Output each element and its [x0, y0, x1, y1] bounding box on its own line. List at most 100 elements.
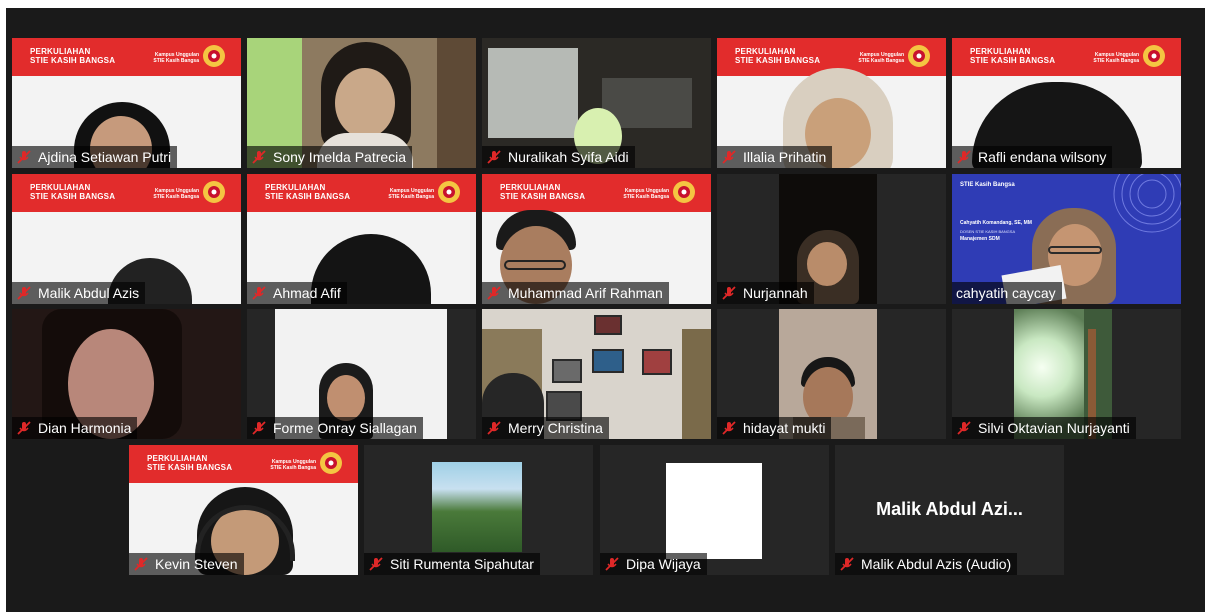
participant-name-bar: Kevin Steven — [129, 553, 244, 575]
banner-title: PERKULIAHAN — [30, 183, 91, 192]
participant-name: Malik Abdul Azis — [38, 285, 140, 301]
banner-subtitle: STIE KASIH BANGSA — [735, 56, 821, 65]
participant-video — [666, 463, 762, 559]
participant-name-bar: Illalia Prihatin — [717, 146, 833, 168]
participant-name-bar: cahyatih caycay — [952, 282, 1062, 304]
participant-tile[interactable]: Silvi Oktavian Nurjayanti — [952, 309, 1181, 439]
muted-microphone-icon — [487, 421, 501, 435]
participant-name-bar: Nuralikah Syifa Aidi — [482, 146, 635, 168]
active-speaker-tile[interactable]: STIE Kasih Bangsa Cahyatih Komandang, SE… — [952, 174, 1181, 304]
participant-name: Dipa Wijaya — [626, 556, 701, 572]
participant-tile[interactable]: Merry Christina — [482, 309, 711, 439]
participant-tile[interactable]: hidayat mukti — [717, 309, 946, 439]
participant-video — [432, 462, 522, 552]
participant-tile[interactable]: PERKULIAHAN STIE KASIH BANGSA Kampus Ung… — [482, 174, 711, 304]
muted-microphone-icon — [369, 557, 383, 571]
participant-name: Merry Christina — [508, 420, 603, 436]
campus-logo-icon — [1143, 45, 1165, 67]
banner-title: PERKULIAHAN — [265, 183, 326, 192]
participant-name: Nurjannah — [743, 285, 808, 301]
banner-campus: Kampus Unggulan STIE Kasih Bangsa — [623, 188, 669, 200]
muted-microphone-icon — [840, 557, 854, 571]
slide-role: DOSEN STIE KASIH BANGSA — [960, 229, 1016, 234]
participant-name: Forme Onray Siallagan — [273, 420, 417, 436]
muted-microphone-icon — [17, 421, 31, 435]
banner-subtitle: STIE KASIH BANGSA — [500, 192, 586, 201]
campus-logo-icon — [203, 45, 225, 67]
participant-name: Kevin Steven — [155, 556, 238, 572]
participant-name-bar: Silvi Oktavian Nurjayanti — [952, 417, 1136, 439]
lecture-banner: PERKULIAHAN STIE KASIH BANGSA Kampus Ung… — [952, 38, 1181, 76]
banner-title: PERKULIAHAN — [30, 47, 91, 56]
participant-name-bar: hidayat mukti — [717, 417, 832, 439]
banner-subtitle: STIE KASIH BANGSA — [30, 192, 116, 201]
campus-logo-icon — [203, 181, 225, 203]
participant-tile[interactable]: PERKULIAHAN STIE KASIH BANGSA Kampus Ung… — [952, 38, 1181, 168]
participant-tile[interactable]: PERKULIAHAN STIE KASIH BANGSA Kampus Ung… — [12, 38, 241, 168]
participant-name-bar: Sony Imelda Patrecia — [247, 146, 413, 168]
banner-campus: Kampus Unggulan STIE Kasih Bangsa — [1093, 52, 1139, 64]
muted-microphone-icon — [487, 286, 501, 300]
gallery-view: PERKULIAHAN STIE KASIH BANGSA Kampus Ung… — [6, 8, 1205, 612]
participant-tile[interactable]: Malik Abdul Azi... Malik Abdul Azis (Aud… — [835, 445, 1064, 575]
muted-microphone-icon — [957, 150, 971, 164]
participant-display-name: Malik Abdul Azi... — [876, 499, 1023, 519]
banner-subtitle: STIE KASIH BANGSA — [30, 56, 116, 65]
campus-logo-icon — [438, 181, 460, 203]
participant-tile[interactable]: Dian Harmonia — [12, 309, 241, 439]
banner-campus: Kampus Unggulan STIE Kasih Bangsa — [270, 459, 316, 471]
muted-microphone-icon — [487, 150, 501, 164]
banner-subtitle: STIE KASIH BANGSA — [970, 56, 1056, 65]
participant-name-bar: Ajdina Setiawan Putri — [12, 146, 178, 168]
participant-tile[interactable]: Nurjannah — [717, 174, 946, 304]
lecture-banner: PERKULIAHAN STIE KASIH BANGSA Kampus Ung… — [12, 174, 241, 212]
participant-tile[interactable]: PERKULIAHAN STIE KASIH BANGSA Kampus Ung… — [247, 174, 476, 304]
participant-tile[interactable]: PERKULIAHAN STIE KASIH BANGSA Kampus Ung… — [129, 445, 358, 575]
participant-name: Ajdina Setiawan Putri — [38, 149, 172, 165]
participant-name: Illalia Prihatin — [743, 149, 827, 165]
banner-subtitle: STIE KASIH BANGSA — [265, 192, 351, 201]
participant-name: cahyatih caycay — [956, 285, 1056, 301]
participant-name-bar: Malik Abdul Azis — [12, 282, 146, 304]
muted-microphone-icon — [17, 150, 31, 164]
participant-tile[interactable]: PERKULIAHAN STIE KASIH BANGSA Kampus Ung… — [12, 174, 241, 304]
participant-name-bar: Malik Abdul Azis (Audio) — [835, 553, 1018, 575]
participant-name: Ahmad Afif — [273, 285, 341, 301]
participant-name-bar: Merry Christina — [482, 417, 609, 439]
campus-logo-icon — [320, 452, 342, 474]
banner-title: PERKULIAHAN — [735, 47, 796, 56]
muted-microphone-icon — [605, 557, 619, 571]
participant-name-bar: Rafli endana wilsony — [952, 146, 1113, 168]
banner-campus: Kampus Unggulan STIE Kasih Bangsa — [153, 188, 199, 200]
muted-microphone-icon — [134, 557, 148, 571]
participant-name-bar: Dipa Wijaya — [600, 553, 707, 575]
participant-name-bar: Ahmad Afif — [247, 282, 347, 304]
participant-tile[interactable]: Forme Onray Siallagan — [247, 309, 476, 439]
muted-microphone-icon — [957, 421, 971, 435]
participant-name-bar: Siti Rumenta Sipahutar — [364, 553, 540, 575]
participant-tile[interactable]: Dipa Wijaya — [600, 445, 829, 575]
participant-name-bar: Nurjannah — [717, 282, 814, 304]
participant-name-bar: Forme Onray Siallagan — [247, 417, 423, 439]
muted-microphone-icon — [722, 286, 736, 300]
participant-name: Dian Harmonia — [38, 420, 132, 436]
campus-logo-icon — [908, 45, 930, 67]
muted-microphone-icon — [722, 421, 736, 435]
participant-tile[interactable]: PERKULIAHAN STIE KASIH BANGSA Kampus Ung… — [717, 38, 946, 168]
slide-presenter: Cahyatih Komandang, SE, MM — [960, 220, 1032, 226]
participant-name: Silvi Oktavian Nurjayanti — [978, 420, 1130, 436]
banner-title: PERKULIAHAN — [500, 183, 561, 192]
slide-course: Manajemen SDM — [960, 236, 1000, 242]
banner-title: PERKULIAHAN — [970, 47, 1031, 56]
participant-tile[interactable]: Siti Rumenta Sipahutar — [364, 445, 593, 575]
participant-name: Siti Rumenta Sipahutar — [390, 556, 534, 572]
participant-tile[interactable]: Sony Imelda Patrecia — [247, 38, 476, 168]
participant-tile[interactable]: Nuralikah Syifa Aidi — [482, 38, 711, 168]
muted-microphone-icon — [722, 150, 736, 164]
participant-name: Nuralikah Syifa Aidi — [508, 149, 629, 165]
participant-name-bar: Dian Harmonia — [12, 417, 138, 439]
banner-campus: Kampus Unggulan STIE Kasih Bangsa — [858, 52, 904, 64]
muted-microphone-icon — [17, 286, 31, 300]
participant-name: hidayat mukti — [743, 420, 826, 436]
banner-title: PERKULIAHAN — [147, 454, 208, 463]
